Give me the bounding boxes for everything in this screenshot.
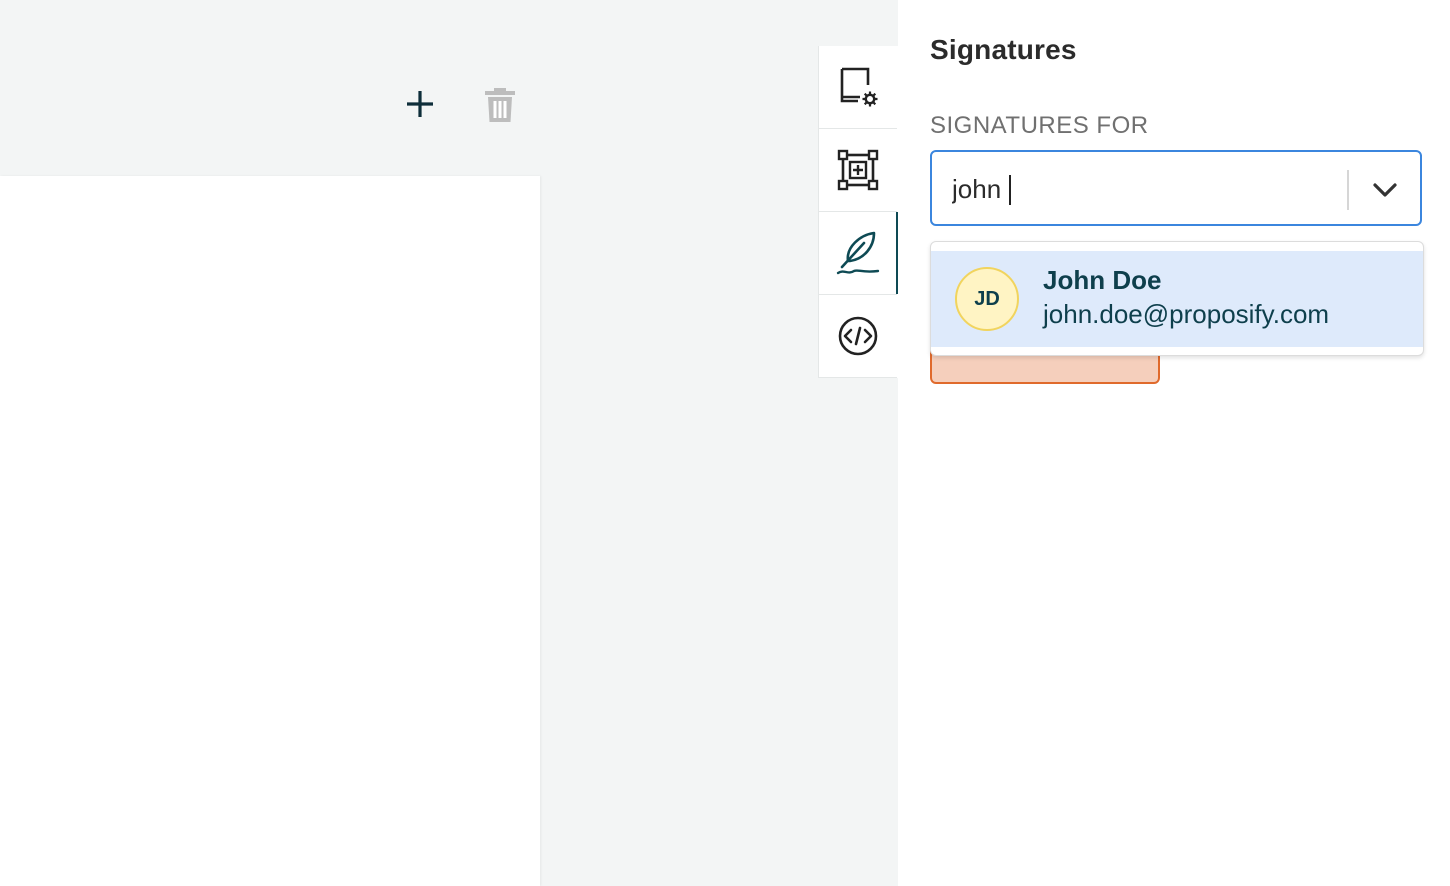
rail-add-block-button[interactable] [819,129,897,212]
signer-dropdown-menu: JD John Doe john.doe@proposify.com [930,241,1424,356]
rail-signatures-button[interactable] [819,212,899,295]
signer-select[interactable] [930,150,1422,226]
add-page-button[interactable] [400,84,440,124]
signatures-panel: Signatures SIGNATURES FOR JD John Doe jo… [898,0,1450,886]
rail-code-button[interactable] [819,295,897,378]
tool-rail [818,46,899,378]
plus-icon [407,91,433,117]
text-caret [1009,175,1011,205]
avatar: JD [955,267,1019,331]
chevron-down-icon [1373,183,1397,197]
signer-option-email: john.doe@proposify.com [1043,299,1330,329]
panel-title: Signatures [930,34,1077,65]
feather-pen-icon [836,231,880,275]
dropdown-toggle[interactable] [1368,176,1402,204]
signer-option-name: John Doe [1043,265,1162,295]
canvas-toolbar [0,0,818,176]
add-block-icon [837,149,879,191]
app-root: Signatures SIGNATURES FOR JD John Doe jo… [0,0,1450,886]
code-icon [838,316,878,356]
select-separator [1347,170,1349,210]
signatures-for-label: SIGNATURES FOR [930,112,1149,139]
document-page[interactable] [0,176,540,886]
trash-icon [485,88,515,122]
signer-option[interactable]: JD John Doe john.doe@proposify.com [931,251,1423,347]
delete-page-button[interactable] [480,84,520,124]
page-settings-icon [840,67,878,107]
rail-page-settings-button[interactable] [819,46,897,129]
